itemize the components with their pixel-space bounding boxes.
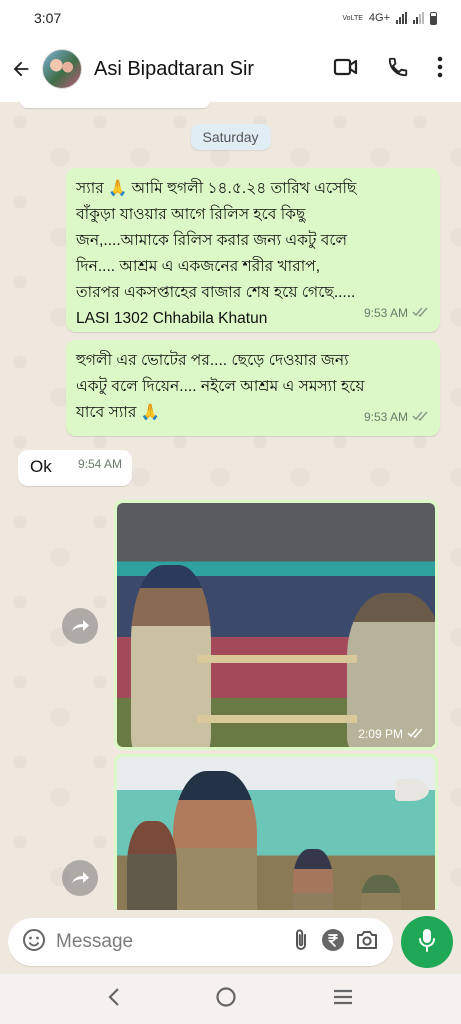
message-bubble-outgoing[interactable]: হুগলী এর ভোটের পর.... ছেড়ে দেওয়ার জন্য… <box>66 340 440 436</box>
person-figure <box>347 593 435 747</box>
barricade-pole <box>197 715 357 723</box>
message-meta: 9:53 AM <box>364 300 430 326</box>
back-arrow-icon[interactable] <box>8 56 34 82</box>
message-time: 2:09 PM <box>358 727 403 741</box>
status-time: 3:07 <box>34 10 62 26</box>
mic-icon <box>417 927 437 958</box>
double-check-icon <box>412 300 430 326</box>
chat-header: Asi Bipadtaran Sir <box>0 36 461 102</box>
battery-icon <box>430 11 437 25</box>
message-time: 9:54 AM <box>77 457 122 471</box>
double-check-icon <box>407 727 425 741</box>
message-input-box[interactable] <box>8 918 393 966</box>
system-nav-bar <box>0 974 461 1024</box>
camera-icon[interactable] <box>355 929 379 956</box>
nav-recents-icon[interactable] <box>332 988 354 1011</box>
contact-name[interactable]: Asi Bipadtaran Sir <box>94 58 333 81</box>
phone-icon[interactable] <box>387 56 409 83</box>
double-check-icon <box>412 404 430 430</box>
emoji-icon[interactable] <box>22 928 46 957</box>
signal-icon <box>396 12 407 24</box>
mic-button[interactable] <box>401 916 453 968</box>
nav-back-icon[interactable] <box>107 987 121 1012</box>
photo-police-officers[interactable] <box>117 757 435 910</box>
message-bubble-incoming[interactable]: Ok 9:54 AM <box>18 450 132 486</box>
message-meta: 2:09 PM <box>358 727 425 741</box>
message-bubble-outgoing[interactable]: স্যার 🙏 আমি হুগলী ১৪.৫.২৪ তারিখ এসেছি বা… <box>66 168 440 332</box>
message-meta: 9:53 AM <box>364 404 430 430</box>
photo-crowd-police[interactable]: 2:09 PM <box>117 503 435 747</box>
video-call-icon[interactable] <box>333 56 359 83</box>
message-time: 9:53 AM <box>363 306 408 320</box>
forward-icon[interactable] <box>62 860 98 896</box>
forward-icon[interactable] <box>62 608 98 644</box>
message-text: Ok <box>30 457 52 476</box>
chat-area[interactable]: Saturday স্যার 🙏 আমি হুগলী ১৪.৫.২৪ তারিখ… <box>0 102 461 910</box>
signal-icon-2 <box>413 12 424 24</box>
status-icons: VoLTE 4G+ <box>342 11 437 25</box>
image-message[interactable] <box>114 754 438 910</box>
person-figure <box>173 771 257 910</box>
person-figure <box>293 849 333 910</box>
attach-icon[interactable] <box>291 928 311 957</box>
network-label: 4G+ <box>368 12 390 24</box>
nav-home-icon[interactable] <box>215 986 237 1013</box>
barricade-pole <box>197 655 357 663</box>
person-figure <box>361 875 401 910</box>
previous-message-edge <box>20 102 210 108</box>
message-time: 9:53 AM <box>363 410 408 424</box>
date-chip: Saturday <box>190 124 271 150</box>
rupee-icon[interactable] <box>321 928 345 957</box>
message-meta: 9:54 AM <box>78 451 122 477</box>
more-vert-icon[interactable] <box>437 56 443 83</box>
loudspeaker <box>395 779 429 801</box>
volte-label: VoLTE <box>342 14 363 22</box>
person-figure <box>127 821 177 910</box>
avatar[interactable] <box>42 49 82 89</box>
composer <box>0 910 461 974</box>
image-message[interactable]: 2:09 PM <box>114 500 438 750</box>
header-actions <box>333 56 443 83</box>
message-input[interactable] <box>56 931 281 953</box>
status-bar: 3:07 VoLTE 4G+ <box>0 0 461 36</box>
